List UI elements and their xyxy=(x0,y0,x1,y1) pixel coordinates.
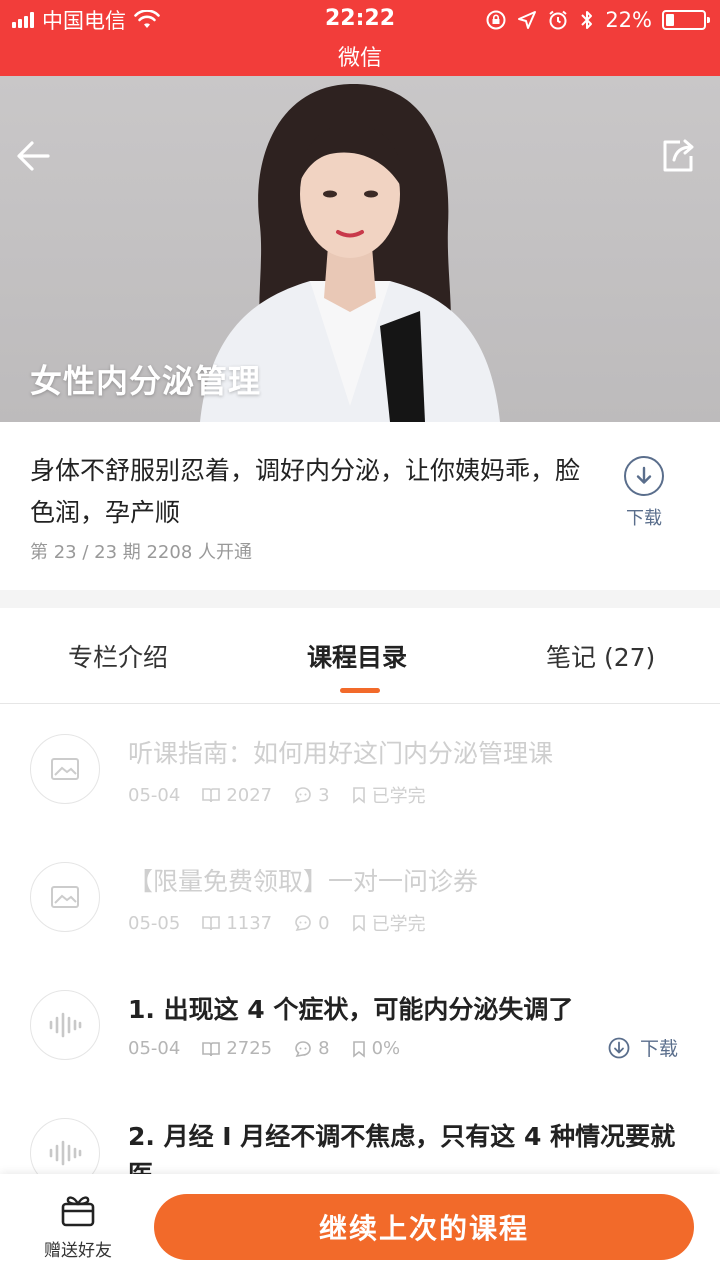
continue-course-button[interactable]: 继续上次的课程 xyxy=(154,1194,694,1260)
lesson-row[interactable]: 1. 出现这 4 个症状，可能内分泌失调了 05-04 2725 8 0% 下载 xyxy=(0,960,720,1088)
lesson-title: 1. 出现这 4 个症状，可能内分泌失调了 xyxy=(128,995,574,1024)
comment-icon xyxy=(295,787,311,804)
gift-icon xyxy=(61,1196,95,1227)
alarm-icon xyxy=(549,10,567,30)
lesson-status: 已学完 xyxy=(371,786,426,807)
lesson-meta: 05-04 2027 3 已学完 xyxy=(128,782,426,808)
download-icon xyxy=(608,1037,630,1058)
lesson-comments: 3 xyxy=(318,784,330,806)
bookmark-icon xyxy=(352,915,365,932)
tab-bar: 专栏介绍 课程目录 笔记 (27) xyxy=(0,608,720,704)
book-icon xyxy=(202,788,221,803)
lesson-list[interactable]: 听课指南：如何用好这门内分泌管理课 05-04 2027 3 已学完 【限量免费… xyxy=(0,704,720,1174)
course-title: 女性内分泌管理 xyxy=(30,362,262,400)
lesson-comments: 8 xyxy=(318,1038,330,1059)
rotation-lock-icon xyxy=(486,10,506,30)
lesson-title: 听课指南：如何用好这门内分泌管理课 xyxy=(128,739,554,768)
status-right: 22% xyxy=(485,6,710,34)
lesson-title: 【限量免费领取】一对一问诊券 xyxy=(128,867,479,896)
lesson-download-button[interactable]: 下载 xyxy=(608,1034,678,1061)
book-icon xyxy=(202,1041,221,1056)
download-label: 下载 xyxy=(639,1038,678,1060)
lesson-meta: 05-05 1137 0 已学完 xyxy=(128,910,426,936)
battery-percent: 22% xyxy=(605,8,652,32)
share-button[interactable] xyxy=(658,136,698,176)
course-description: 身体不舒服别忍着，调好内分泌，让你姨妈乖，脸色润，孕产顺 xyxy=(30,456,581,527)
course-download-button[interactable]: 下载 xyxy=(612,456,676,530)
tab-catalog[interactable]: 课程目录 xyxy=(307,638,407,674)
lesson-progress: 0% xyxy=(371,1038,401,1059)
lesson-row[interactable]: 听课指南：如何用好这门内分泌管理课 05-04 2027 3 已学完 xyxy=(0,704,720,832)
image-icon xyxy=(30,862,100,932)
download-icon xyxy=(624,456,664,496)
tab-notes[interactable]: 笔记 (27) xyxy=(546,638,655,674)
lesson-status: 已学完 xyxy=(371,914,426,935)
tab-active-indicator xyxy=(340,688,380,693)
lesson-reads: 2027 xyxy=(226,784,273,806)
bookmark-icon xyxy=(352,787,365,804)
status-bar: 中国电信 22:22 微信 22% xyxy=(0,0,720,76)
course-hero: 女性内分泌管理 xyxy=(0,76,720,422)
back-button[interactable] xyxy=(12,134,56,178)
bottom-bar: 赠送好友 继续上次的课程 xyxy=(0,1174,720,1280)
battery-icon xyxy=(662,10,710,30)
lesson-date: 05-05 xyxy=(128,912,181,934)
lesson-row[interactable]: 2. 月经 I 月经不调不焦虑，只有这 4 种情况要就医 xyxy=(0,1088,720,1174)
audio-wave-icon xyxy=(30,990,100,1060)
app-subtitle: 微信 xyxy=(337,46,382,71)
lesson-row[interactable]: 【限量免费领取】一对一问诊券 05-05 1137 0 已学完 xyxy=(0,832,720,960)
bluetooth-icon xyxy=(581,11,593,29)
bookmark-icon xyxy=(352,1040,365,1058)
lesson-title: 2. 月经 I 月经不调不焦虑，只有这 4 种情况要就医 xyxy=(128,1122,676,1174)
section-divider xyxy=(0,590,720,608)
course-info: 身体不舒服别忍着，调好内分泌，让你姨妈乖，脸色润，孕产顺 第 23 / 23 期… xyxy=(0,422,720,590)
audio-wave-icon xyxy=(30,1118,100,1174)
course-meta: 第 23 / 23 期 2208 人开通 xyxy=(30,542,253,563)
lesson-reads: 1137 xyxy=(226,912,273,934)
location-icon xyxy=(518,11,537,29)
share-icon xyxy=(663,139,694,172)
gift-button[interactable]: 赠送好友 xyxy=(28,1192,128,1261)
image-icon xyxy=(30,734,100,804)
arrow-left-icon xyxy=(17,141,50,171)
lesson-meta: 05-04 2725 8 0% xyxy=(128,1038,400,1059)
tab-intro[interactable]: 专栏介绍 xyxy=(68,638,168,674)
lesson-date: 05-04 xyxy=(128,784,181,806)
lesson-reads: 2725 xyxy=(226,1038,273,1059)
book-icon xyxy=(202,916,221,931)
gift-label: 赠送好友 xyxy=(44,1241,112,1261)
lesson-date: 05-04 xyxy=(128,1038,181,1059)
comment-icon xyxy=(295,1040,311,1057)
comment-icon xyxy=(295,915,311,932)
download-label: 下载 xyxy=(626,508,662,529)
lesson-comments: 0 xyxy=(318,912,330,934)
